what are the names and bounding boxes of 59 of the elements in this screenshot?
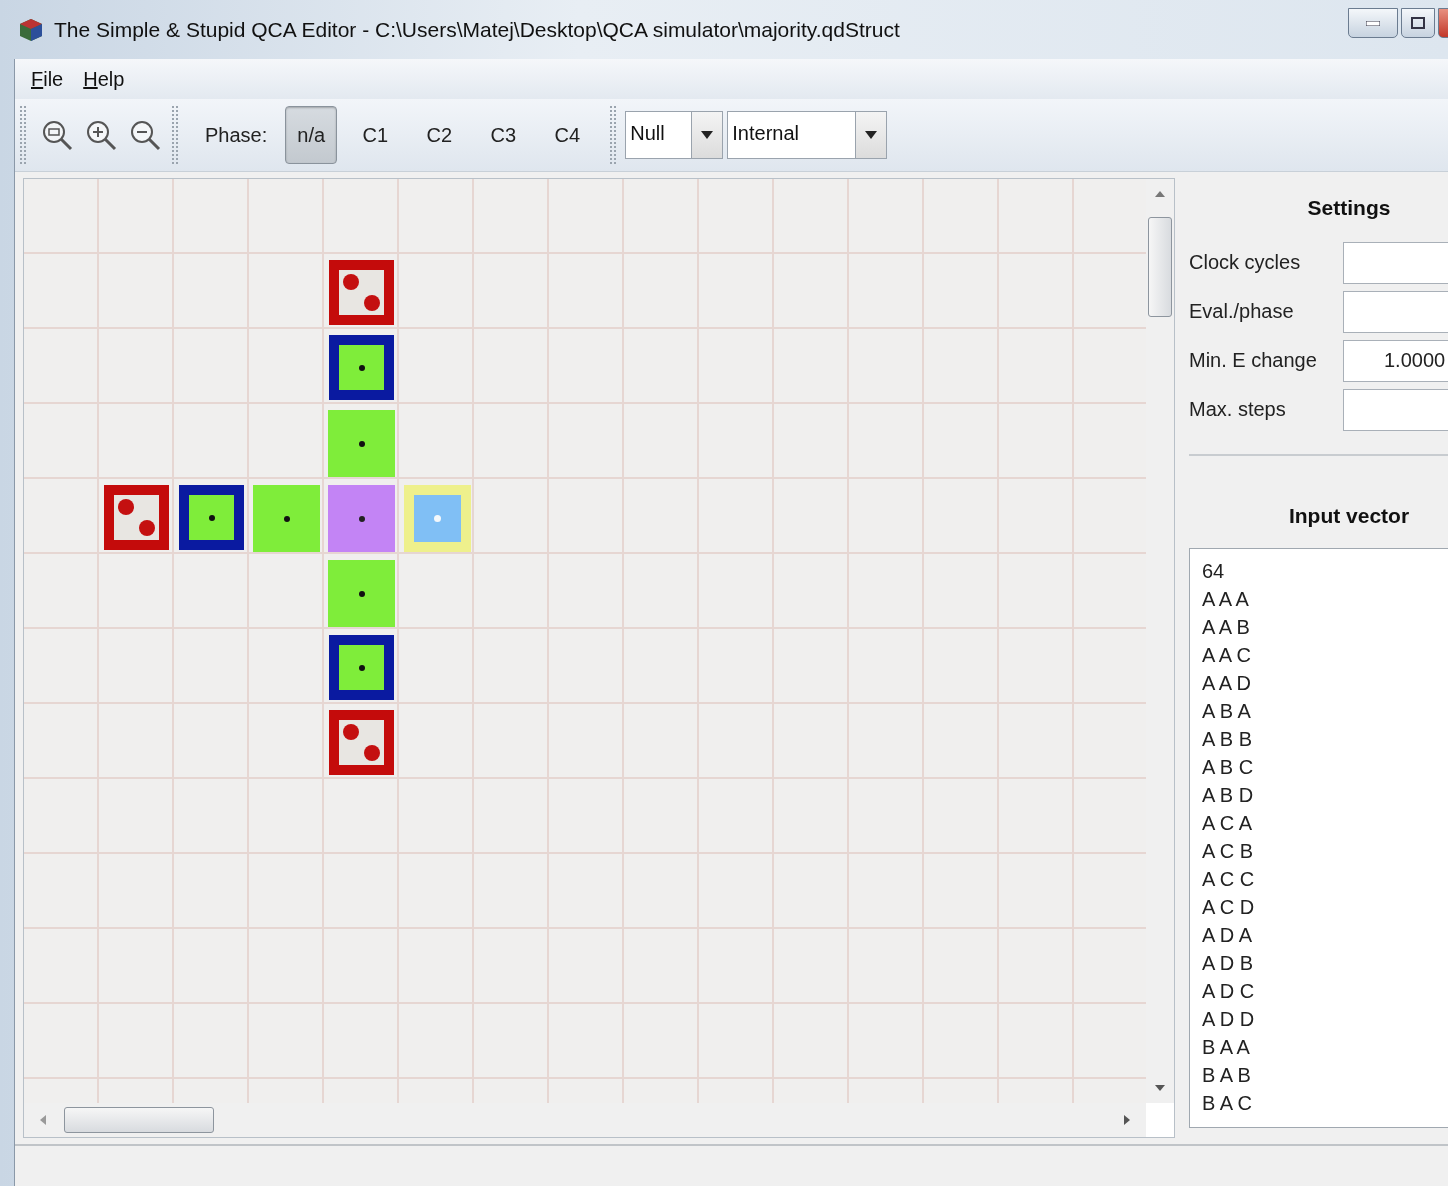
vector-line: A D A xyxy=(1202,923,1254,948)
toolbar-handle[interactable] xyxy=(171,105,179,165)
vector-line: A D C xyxy=(1202,979,1256,1004)
scroll-left-icon[interactable] xyxy=(40,1115,46,1125)
vector-line: A C A xyxy=(1202,811,1254,836)
zoom-out-icon[interactable] xyxy=(129,119,161,151)
phase-button[interactable]: n/a xyxy=(285,106,338,164)
horizontal-scrollbar[interactable] xyxy=(24,1103,1146,1137)
field-label: Eval./phase xyxy=(1189,300,1295,323)
vector-line: A C D xyxy=(1202,895,1256,920)
input-vector-box[interactable]: 64 A A A A A B A A C A A D A B A A B B A B C A B D A C A A C B A C C A C D A D A A D B A D C A D D B A A B A B B A C xyxy=(1189,548,1448,1128)
vector-line: A B B xyxy=(1202,727,1254,752)
toolbar-handle[interactable] xyxy=(19,105,27,165)
phase-button[interactable]: C3 xyxy=(477,106,530,164)
scroll-down-icon[interactable] xyxy=(1155,1085,1165,1091)
menu-item[interactable]: Help xyxy=(77,65,131,93)
vector-line: B A A xyxy=(1202,1035,1251,1060)
field-label: Clock cycles xyxy=(1189,251,1302,274)
field-label: Max. steps xyxy=(1189,398,1287,421)
vector-line: A B A xyxy=(1202,699,1252,724)
input-field[interactable]: 1.0000 xyxy=(1343,339,1448,382)
zoom-in-icon[interactable] xyxy=(85,119,117,151)
cube-app-icon xyxy=(18,16,44,43)
menu-item[interactable]: File xyxy=(25,65,70,93)
scrollbar-thumb[interactable] xyxy=(1148,217,1172,317)
vector-line: A A D xyxy=(1202,671,1252,696)
vector-line: A C B xyxy=(1202,839,1255,864)
scroll-right-icon[interactable] xyxy=(1124,1115,1130,1125)
vector-line: B A B xyxy=(1202,1063,1252,1088)
vector-line: 64 xyxy=(1202,559,1226,584)
phase-label: Phase: xyxy=(205,123,268,147)
vector-line: A D D xyxy=(1202,1007,1256,1032)
maximize-button[interactable] xyxy=(1401,8,1435,38)
vector-line: A B D xyxy=(1202,783,1255,808)
minimize-button[interactable] xyxy=(1348,8,1398,38)
caret-icon xyxy=(865,131,878,139)
dropdown[interactable]: Internal xyxy=(727,111,888,159)
zoom-reset-icon[interactable] xyxy=(41,119,73,151)
maximize-icon xyxy=(1411,17,1425,29)
input-vector-heading: Input vector xyxy=(1287,504,1411,528)
vertical-scrollbar[interactable] xyxy=(1146,179,1174,1103)
scrollbar-thumb[interactable] xyxy=(64,1107,214,1133)
vector-line: A A C xyxy=(1202,643,1252,668)
scroll-up-icon[interactable] xyxy=(1155,191,1165,197)
phase-button[interactable]: C1 xyxy=(349,106,402,164)
vector-line: A A B xyxy=(1202,615,1251,640)
phase-button[interactable]: C4 xyxy=(541,106,594,164)
caret-icon xyxy=(701,131,714,139)
dropdown[interactable]: Null xyxy=(625,111,724,159)
field-label: Min. E change xyxy=(1189,349,1318,372)
vector-line: A B C xyxy=(1202,755,1255,780)
phase-button[interactable]: C2 xyxy=(413,106,466,164)
window-title: The Simple & Stupid QCA Editor - C:\Users\Matej\Desktop\QCA simulator\majority.qdStruct xyxy=(54,17,900,42)
vector-line: A C C xyxy=(1202,867,1256,892)
vector-line: B A C xyxy=(1202,1091,1254,1116)
minimize-icon xyxy=(1366,20,1380,26)
vector-line: A A A xyxy=(1202,587,1250,612)
vector-line: A D B xyxy=(1202,951,1255,976)
settings-heading: Settings xyxy=(1306,196,1392,220)
